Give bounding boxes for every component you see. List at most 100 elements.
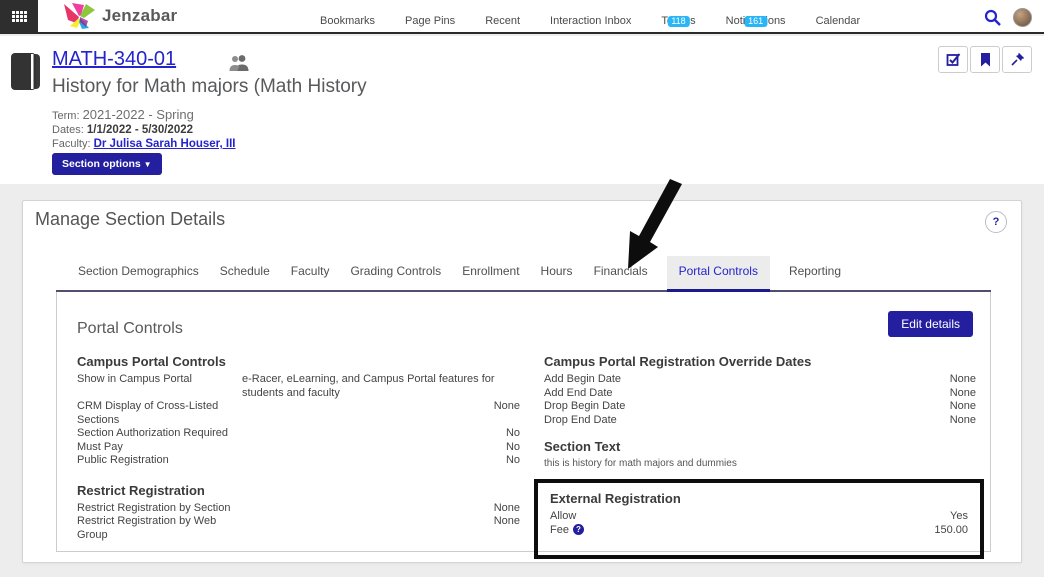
field-label: Must Pay? <box>77 441 242 455</box>
book-icon <box>10 52 42 92</box>
right-column: Campus Portal Registration Override Date… <box>544 354 976 559</box>
topbar-nav-item[interactable]: 118 To Dos <box>659 15 697 34</box>
faculty-label: Faculty: <box>52 138 91 150</box>
field-label: CRM Display of Cross-Listed Sections? <box>77 400 242 427</box>
help-icon: ? <box>993 216 1000 228</box>
brand[interactable]: Jenzabar <box>62 2 177 30</box>
detail-row: Show in Campus Portal? e-Racer, eLearnin… <box>77 373 520 400</box>
tab[interactable]: Reporting <box>787 256 843 290</box>
edit-check-icon <box>946 52 961 67</box>
tab-label: Schedule <box>220 264 270 278</box>
field-value: No <box>242 454 520 468</box>
course-title: History for Math majors (Math History <box>52 76 367 98</box>
term-line: Term: 2021-2022 - Spring <box>52 108 235 123</box>
topbar-nav: Bookmarks Page Pins Recent Interaction I… <box>318 0 862 34</box>
field-value: None <box>242 502 520 516</box>
jenzabar-logo-icon <box>62 2 98 30</box>
field-value: None <box>242 515 520 542</box>
field-value: Yes <box>715 510 968 524</box>
field-label: Public Registration? <box>77 454 242 468</box>
field-label: Add Begin Date? <box>544 373 709 387</box>
left-column: Campus Portal Controls Show in Campus Po… <box>77 354 520 559</box>
override-dates-rows: Add Begin Date? None Add End Date? None … <box>544 373 976 427</box>
dates-label: Dates: <box>52 124 84 136</box>
section-heading: Restrict Registration <box>77 483 520 498</box>
pin-button[interactable] <box>1002 46 1032 73</box>
avatar[interactable] <box>1013 8 1032 27</box>
pin-icon <box>1010 53 1024 67</box>
section-heading: Section Text <box>544 439 976 454</box>
apps-menu-button[interactable] <box>0 0 38 33</box>
field-label: Restrict Registration by Web Group? <box>77 515 242 542</box>
topbar-nav-item[interactable]: Bookmarks <box>318 15 377 34</box>
detail-columns: Campus Portal Controls Show in Campus Po… <box>77 354 976 559</box>
field-value: None <box>709 387 976 401</box>
card-title: Manage Section Details <box>35 209 225 230</box>
field-value: None <box>709 373 976 387</box>
section-options-button[interactable]: Section options ▼ <box>52 153 162 175</box>
help-button[interactable]: ? <box>985 211 1007 233</box>
tab-label: Hours <box>541 264 573 278</box>
detail-row: Add End Date? None <box>544 387 976 401</box>
course-meta: Term: 2021-2022 - Spring Dates: 1/1/2022… <box>52 108 235 151</box>
tab[interactable]: Portal Controls <box>667 256 770 290</box>
field-label: Drop End Date? <box>544 414 709 428</box>
tab[interactable]: Hours <box>539 256 575 290</box>
menu-grid-icon <box>12 11 27 22</box>
topbar: Jenzabar Bookmarks Page Pins Recent <box>0 0 1044 34</box>
search-icon[interactable] <box>984 9 1001 26</box>
nav-label: Calendar <box>816 15 861 27</box>
field-value: None <box>709 400 976 414</box>
topbar-nav-item[interactable]: Interaction Inbox <box>548 15 633 34</box>
people-icon[interactable] <box>228 54 250 71</box>
tab-label: Portal Controls <box>679 264 758 278</box>
tab[interactable]: Enrollment <box>460 256 521 290</box>
detail-row: Section Authorization Required? No <box>77 427 520 441</box>
nav-label: Interaction Inbox <box>550 15 631 27</box>
faculty-link[interactable]: Dr Julisa Sarah Houser, III <box>94 138 236 150</box>
detail-row: Public Registration? No <box>77 454 520 468</box>
section-options-label: Section options <box>62 158 141 170</box>
edit-details-button[interactable]: Edit details <box>888 311 973 337</box>
caret-down-icon: ▼ <box>144 160 152 169</box>
detail-row: Restrict Registration by Section? None <box>77 502 520 516</box>
header-actions <box>938 46 1032 73</box>
info-icon[interactable]: ? <box>573 524 584 535</box>
field-label: Section Authorization Required? <box>77 427 242 441</box>
detail-row: Drop End Date? None <box>544 414 976 428</box>
tab[interactable]: Schedule <box>218 256 272 290</box>
dates-line: Dates: 1/1/2022 - 5/30/2022 <box>52 123 235 137</box>
topbar-nav-item[interactable]: Calendar <box>814 15 863 34</box>
field-value: No <box>242 427 520 441</box>
course-header: MATH-340-01 History for Math majors (Mat… <box>0 36 1044 184</box>
tab[interactable]: Grading Controls <box>348 256 443 290</box>
portal-controls-panel: Edit details Portal Controls Campus Port… <box>56 292 991 552</box>
restrict-registration-rows: Restrict Registration by Section? None R… <box>77 502 520 543</box>
detail-row: Must Pay? No <box>77 441 520 455</box>
jenzabar-app: Jenzabar Bookmarks Page Pins Recent <box>0 0 1044 577</box>
field-value: e-Racer, eLearning, and Campus Portal fe… <box>242 373 520 400</box>
field-value: None <box>709 414 976 428</box>
topbar-nav-item[interactable]: 161 Notifications <box>724 15 788 34</box>
section-heading: Campus Portal Registration Override Date… <box>544 354 976 369</box>
field-label: Add End Date? <box>544 387 709 401</box>
field-value: No <box>242 441 520 455</box>
bookmark-button[interactable] <box>970 46 1000 73</box>
tab[interactable]: Faculty <box>289 256 332 290</box>
field-label: Allow? <box>550 510 715 524</box>
field-label: Fee? <box>550 524 715 538</box>
external-registration-rows: Allow? Yes Fee? 150.00 <box>550 510 968 537</box>
tab[interactable]: Financials <box>592 256 650 290</box>
field-value: 150.00 <box>715 524 968 538</box>
count-badge: 161 <box>744 16 767 27</box>
topbar-nav-item[interactable]: Recent <box>483 15 522 34</box>
topbar-nav-item[interactable]: Page Pins <box>403 15 457 34</box>
tab[interactable]: Section Demographics <box>76 256 201 290</box>
section-heading: External Registration <box>550 491 968 506</box>
edit-check-button[interactable] <box>938 46 968 73</box>
detail-row: Fee? 150.00 <box>550 524 968 538</box>
nav-label: Page Pins <box>405 15 455 27</box>
course-code-link[interactable]: MATH-340-01 <box>52 48 176 71</box>
nav-label: Recent <box>485 15 520 27</box>
field-label: Show in Campus Portal? <box>77 373 242 400</box>
